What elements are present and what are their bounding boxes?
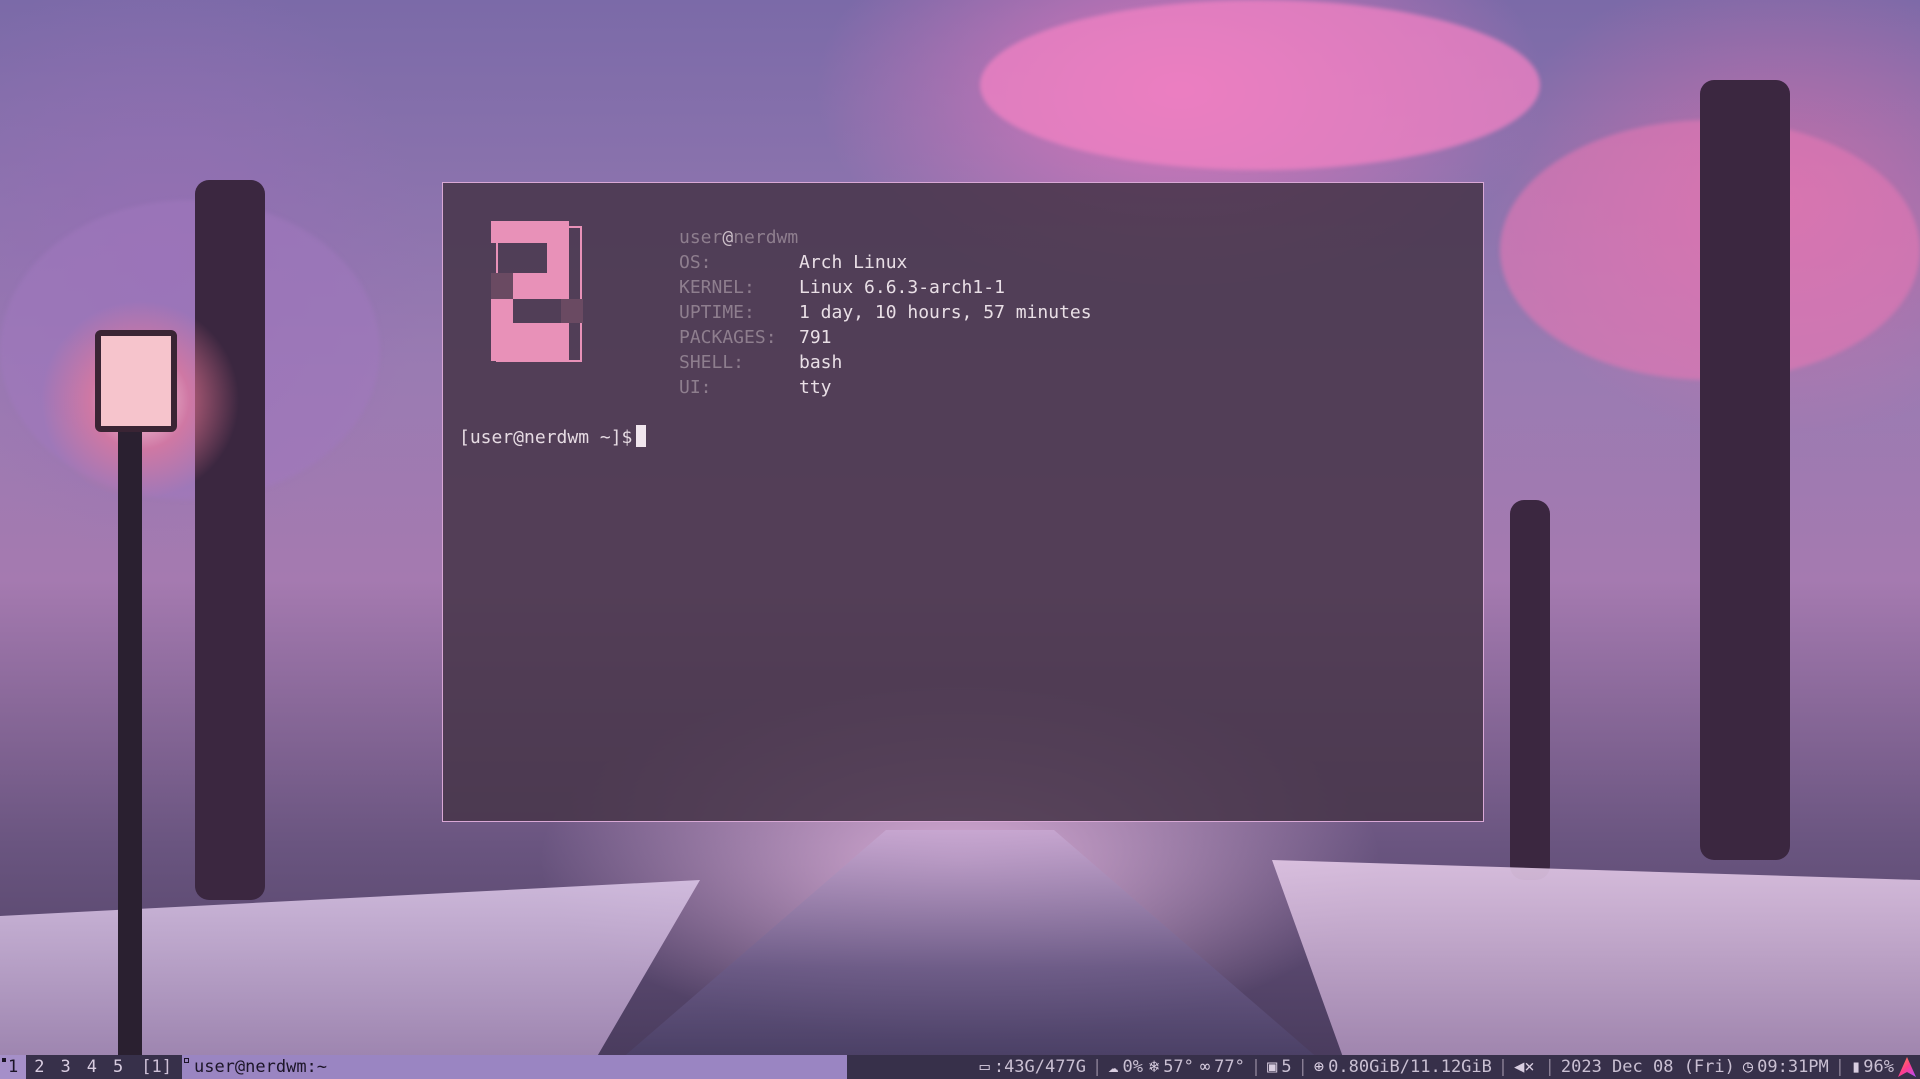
fetch-value: Linux 6.6.3-arch1-1 bbox=[799, 277, 1005, 298]
updates-module: ▣ 5 bbox=[1267, 1057, 1292, 1077]
fetch-value: tty bbox=[799, 377, 832, 398]
memory-module: ⊕ 0.80GiB/11.12GiB bbox=[1314, 1057, 1492, 1077]
battery-icon: ▮ bbox=[1851, 1057, 1862, 1077]
fetch-row-shell: SHELL: bash bbox=[679, 350, 1092, 375]
fetch-value: 791 bbox=[799, 327, 832, 348]
tag-label: 4 bbox=[86, 1057, 97, 1077]
window-title-text: user@nerdwm:~ bbox=[193, 1057, 328, 1077]
fetch-key: UI: bbox=[679, 377, 712, 398]
terminal-window[interactable]: user @ nerdwm OS: Arch Linux KERNEL: Linux 6… bbox=[442, 182, 1484, 822]
temperature-high: 77° bbox=[1214, 1057, 1245, 1077]
fetch-value: bash bbox=[799, 352, 843, 373]
fetch-output: user @ nerdwm OS: Arch Linux KERNEL: Linux 6… bbox=[679, 225, 1092, 400]
fetch-key: SHELL: bbox=[679, 352, 745, 373]
fetch-host: nerdwm bbox=[733, 227, 799, 248]
monitor-icon: ▭ bbox=[979, 1057, 990, 1077]
tree-trunk bbox=[195, 180, 265, 900]
disk-module: ▭: 43G/477G bbox=[980, 1057, 1086, 1077]
blossom-cluster bbox=[980, 0, 1540, 170]
street-lamp-head bbox=[95, 330, 177, 432]
tag-3[interactable]: 3 bbox=[53, 1055, 79, 1079]
fetch-row-kernel: KERNEL: Linux 6.6.3-arch1-1 bbox=[679, 275, 1092, 300]
fetch-value: Arch Linux bbox=[799, 252, 908, 273]
separator: | bbox=[1834, 1057, 1846, 1077]
separator: | bbox=[1250, 1057, 1262, 1077]
fetch-title: user @ nerdwm bbox=[679, 225, 1092, 250]
disk-usage: 43G/477G bbox=[1004, 1057, 1086, 1077]
tag-label: 3 bbox=[60, 1057, 71, 1077]
arch-icon bbox=[1898, 1057, 1916, 1077]
volume-module[interactable]: ◀× bbox=[1514, 1057, 1538, 1077]
window-title[interactable]: user@nerdwm:~ bbox=[181, 1055, 847, 1079]
separator: | bbox=[1544, 1057, 1555, 1077]
tree-trunk bbox=[1700, 80, 1790, 860]
floating-indicator bbox=[183, 1058, 189, 1063]
distro-logo-icon bbox=[491, 221, 583, 362]
tag-5[interactable]: 5 bbox=[105, 1055, 131, 1079]
clock-icon: ◷ bbox=[1742, 1057, 1754, 1077]
street-lamp-post bbox=[118, 380, 142, 1055]
tag-2[interactable]: 2 bbox=[26, 1055, 52, 1079]
fetch-row-uptime: UPTIME: 1 day, 10 hours, 57 minutes bbox=[679, 300, 1092, 325]
glasses-icon: ∞ bbox=[1199, 1057, 1211, 1077]
cloud-icon: ☁ bbox=[1108, 1057, 1119, 1077]
fetch-key: UPTIME: bbox=[679, 302, 755, 323]
tag-list: 1 2 3 4 5 bbox=[0, 1055, 132, 1079]
tag-label: 5 bbox=[113, 1057, 124, 1077]
status-modules: ▭: 43G/477G | ☁ 0% ❄ 57° ∞ 77° | ▣ 5 | ⊕ 0.80… bbox=[846, 1055, 1920, 1079]
separator: | bbox=[1091, 1057, 1103, 1077]
tag-1[interactable]: 1 bbox=[0, 1055, 27, 1079]
fetch-user: user bbox=[679, 227, 723, 248]
separator: | bbox=[1497, 1057, 1509, 1077]
text-cursor bbox=[636, 425, 647, 447]
fetch-key: KERNEL: bbox=[679, 277, 755, 298]
battery-level: 96% bbox=[1863, 1057, 1894, 1077]
status-bar: 1 2 3 4 5 [1] user@nerdwm:~ ▭: 43G/477G … bbox=[0, 1055, 1920, 1079]
date-text: 2023 Dec 08 (Fri) bbox=[1560, 1057, 1735, 1077]
fetch-value: 1 day, 10 hours, 57 minutes bbox=[799, 302, 1092, 323]
occupied-indicator bbox=[2, 1058, 6, 1062]
clock-module: ◷ 09:31PM bbox=[1743, 1057, 1829, 1077]
weather-module: ☁ 0% ❄ 57° ∞ 77° bbox=[1108, 1057, 1245, 1077]
fetch-row-os: OS: Arch Linux bbox=[679, 250, 1092, 275]
tag-label: 1 bbox=[8, 1057, 19, 1077]
tree-trunk bbox=[1510, 500, 1550, 880]
package-icon: ▣ bbox=[1267, 1057, 1278, 1077]
shell-prompt: [user@nerdwm ~]$ bbox=[459, 427, 633, 448]
battery-module: ▮ 96% bbox=[1851, 1057, 1894, 1077]
temperature-low: 57° bbox=[1163, 1057, 1194, 1077]
tag-4[interactable]: 4 bbox=[79, 1055, 105, 1079]
layout-indicator[interactable]: [1] bbox=[131, 1055, 182, 1079]
fetch-row-ui: UI: tty bbox=[679, 375, 1092, 400]
fetch-key: OS: bbox=[679, 252, 712, 273]
disk-label: : bbox=[993, 1057, 1005, 1077]
updates-count: 5 bbox=[1281, 1057, 1292, 1077]
time-text: 09:31PM bbox=[1757, 1057, 1829, 1077]
fetch-row-packages: PACKAGES: 791 bbox=[679, 325, 1092, 350]
memory-icon: ⊕ bbox=[1313, 1057, 1325, 1077]
date-module: 2023 Dec 08 (Fri) bbox=[1561, 1057, 1735, 1077]
fetch-key: PACKAGES: bbox=[679, 327, 777, 348]
snowflake-icon: ❄ bbox=[1148, 1057, 1160, 1077]
memory-usage: 0.80GiB/11.12GiB bbox=[1328, 1057, 1492, 1077]
shell-prompt-line[interactable]: [user@nerdwm ~]$ bbox=[459, 425, 647, 448]
fetch-at: @ bbox=[722, 227, 734, 248]
rain-chance: 0% bbox=[1122, 1057, 1143, 1077]
mute-icon: ◀× bbox=[1514, 1057, 1535, 1077]
tag-label: 2 bbox=[34, 1057, 45, 1077]
separator: | bbox=[1297, 1057, 1308, 1077]
